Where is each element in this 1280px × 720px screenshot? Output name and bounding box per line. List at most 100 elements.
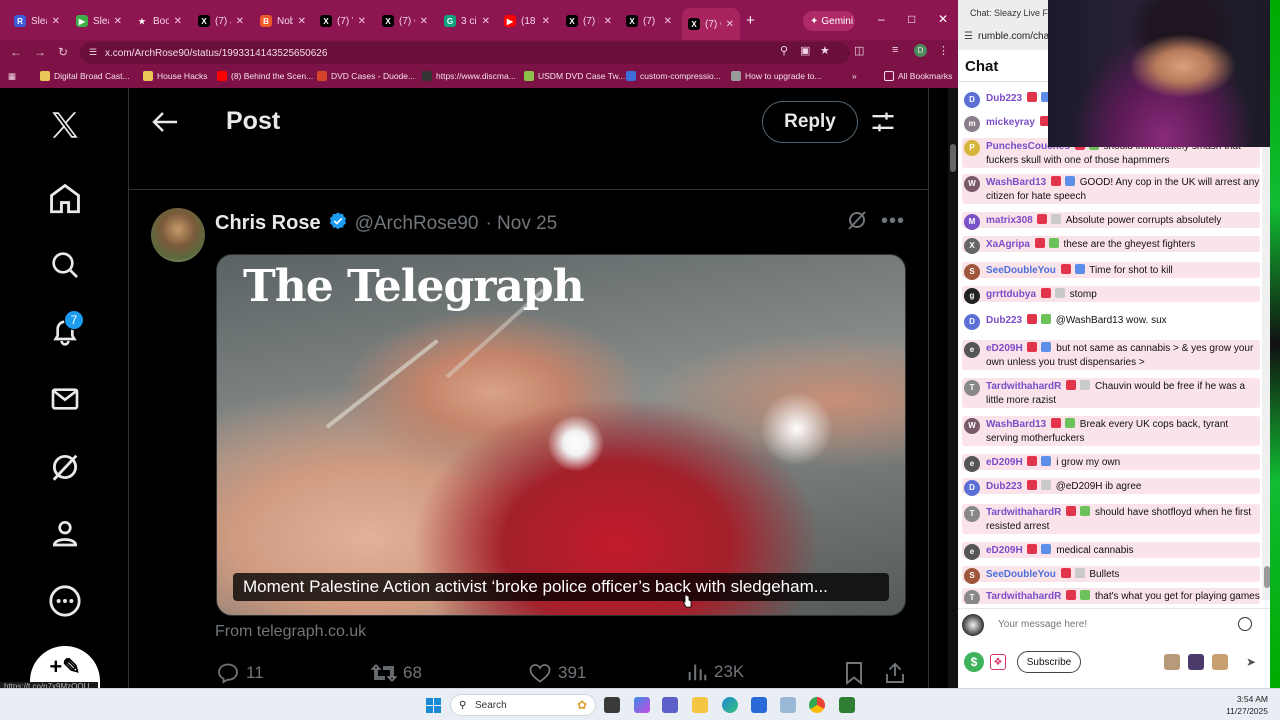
edge-icon[interactable] [722, 697, 738, 713]
all-bookmarks-button[interactable]: All Bookmarks [884, 69, 952, 83]
chat-message-input[interactable]: Your message here! [998, 619, 1087, 630]
apps-icon[interactable]: ▦ [8, 69, 16, 83]
chat-username[interactable]: eD209H [986, 545, 1023, 556]
chat-username[interactable]: WashBard13 [986, 419, 1046, 430]
chat-username[interactable]: Dub223 [986, 93, 1022, 104]
taskbar-search[interactable]: ⚲ Search ✿ [450, 694, 596, 716]
bookmark-item[interactable]: How to upgrade to... [731, 69, 822, 83]
chat-user-avatar[interactable]: T [964, 506, 980, 522]
browser-tab[interactable]: X (7) C ✕ [376, 8, 434, 34]
close-tab-icon[interactable]: ✕ [236, 16, 244, 27]
bookmark-item[interactable]: House Hacks [143, 69, 208, 83]
chat-message[interactable]: T TardwithahardR should have shotfloyd wh… [962, 504, 1260, 534]
author-avatar[interactable] [151, 208, 205, 262]
emote-icon[interactable] [1188, 654, 1204, 670]
task-view-icon[interactable] [604, 697, 620, 713]
chat-message[interactable]: g grrttdubya stomp [962, 286, 1260, 304]
browser-tab[interactable]: X (7) V ✕ [314, 8, 372, 34]
grok-icon[interactable] [40, 442, 90, 492]
chat-user-avatar[interactable]: e [964, 342, 980, 358]
filter-settings-icon[interactable] [869, 108, 897, 136]
teams-icon[interactable] [662, 697, 678, 713]
chat-username[interactable]: TardwithahardR [986, 381, 1061, 392]
chat-user-avatar[interactable]: S [964, 568, 980, 584]
chat-user-avatar[interactable]: g [964, 288, 980, 304]
chat-user-avatar[interactable]: D [964, 314, 980, 330]
more-bookmarks-icon[interactable]: » [852, 69, 857, 83]
close-tab-icon[interactable]: ✕ [358, 16, 366, 27]
chrome-icon[interactable] [809, 697, 825, 713]
browser-tab[interactable]: X (7) I ✕ [560, 8, 618, 34]
browser-tab[interactable]: X (7) ✕ [620, 8, 678, 34]
chat-user-avatar[interactable]: e [964, 544, 980, 560]
chat-user-avatar[interactable]: m [964, 116, 980, 132]
new-tab-button[interactable]: + [746, 12, 755, 29]
bookmark-item[interactable]: (8) Behind the Scen... [217, 69, 313, 83]
forward-icon[interactable]: → [34, 45, 46, 59]
chat-message[interactable]: S SeeDoubleYou Time for shot to kill [962, 262, 1260, 280]
share-icon[interactable] [884, 661, 906, 685]
reply-action[interactable]: 11 [216, 661, 264, 685]
repost-action[interactable]: 68 [371, 661, 422, 685]
site-info-icon[interactable]: ☰ [89, 47, 97, 58]
chat-user-avatar[interactable]: S [964, 264, 980, 280]
chat-user-avatar[interactable]: X [964, 238, 980, 254]
chat-user-avatar[interactable]: W [964, 418, 980, 434]
send-icon[interactable]: ➤ [1242, 653, 1260, 671]
copilot-icon[interactable] [634, 697, 650, 713]
close-window-button[interactable]: ✕ [938, 12, 948, 26]
gift-icon[interactable]: ❖ [990, 654, 1006, 670]
site-info-icon[interactable]: ☰ [964, 31, 973, 42]
chat-user-avatar[interactable]: T [964, 380, 980, 396]
browser-tab[interactable]: R Sleaz ✕ [8, 8, 66, 34]
rant-dollar-icon[interactable]: $ [964, 652, 984, 672]
browser-tab[interactable]: X (7) C ✕ [682, 8, 740, 40]
chat-username[interactable]: matrix308 [986, 215, 1033, 226]
subscribe-button[interactable]: Subscribe [1017, 651, 1081, 673]
reply-button[interactable]: Reply [762, 101, 858, 143]
close-tab-icon[interactable]: ✕ [482, 16, 490, 27]
back-arrow-icon[interactable] [151, 110, 179, 134]
close-tab-icon[interactable]: ✕ [174, 16, 182, 27]
chat-user-avatar[interactable]: W [964, 176, 980, 192]
bookmark-item[interactable]: USDM DVD Case Tw... [524, 69, 625, 83]
chat-message[interactable]: W WashBard13 Break every UK cops back, ty… [962, 416, 1260, 446]
views-action[interactable]: 23K [686, 661, 744, 683]
app-icon[interactable] [839, 697, 855, 713]
zoom-icon[interactable]: ⚲ [780, 44, 788, 57]
reload-icon[interactable]: ↻ [58, 45, 68, 59]
gemini-button[interactable]: ✦ Gemini [803, 11, 855, 31]
emote-icon[interactable] [1164, 654, 1180, 670]
search-icon[interactable] [40, 240, 90, 290]
chat-user-avatar[interactable]: P [964, 140, 980, 156]
bookmark-icon[interactable] [844, 661, 864, 685]
close-tab-icon[interactable]: ✕ [114, 16, 122, 27]
x-logo-icon[interactable] [40, 100, 90, 150]
taskbar-clock[interactable]: 3:54 AM 11/27/2025 [1206, 693, 1268, 717]
chat-user-avatar[interactable]: D [964, 480, 980, 496]
browser-tab[interactable]: X (7) J ✕ [192, 8, 250, 34]
tab-search-icon[interactable]: ◫ [854, 44, 864, 57]
close-tab-icon[interactable]: ✕ [420, 16, 428, 27]
chat-username[interactable]: TardwithahardR [986, 591, 1061, 602]
like-action[interactable]: 391 [528, 661, 586, 685]
chat-username[interactable]: XaAgripa [986, 239, 1030, 250]
bookmark-item[interactable]: custom-compressio... [626, 69, 721, 83]
minimize-button[interactable]: – [878, 12, 885, 26]
chat-username[interactable]: WashBard13 [986, 177, 1046, 188]
chat-user-avatar[interactable]: e [964, 456, 980, 472]
chat-message[interactable]: W WashBard13 GOOD! Any cop in the UK will… [962, 174, 1260, 204]
scrollbar[interactable] [948, 88, 958, 688]
profile-icon[interactable] [40, 508, 90, 558]
profile-avatar[interactable]: D [914, 44, 927, 57]
chat-message[interactable]: D Dub223 @WashBard13 wow. sux [962, 312, 1260, 330]
browser-tab[interactable]: ▶ (18 ✕ [498, 8, 556, 34]
chat-username[interactable]: Dub223 [986, 481, 1022, 492]
chat-username[interactable]: mickeyray [986, 117, 1035, 128]
chat-url[interactable]: rumble.com/chat [978, 31, 1052, 42]
chat-username[interactable]: eD209H [986, 457, 1023, 468]
file-explorer-icon[interactable] [692, 697, 708, 713]
home-icon[interactable] [40, 174, 90, 224]
close-tab-icon[interactable]: ✕ [542, 16, 550, 27]
chat-user-avatar[interactable]: T [964, 590, 980, 604]
